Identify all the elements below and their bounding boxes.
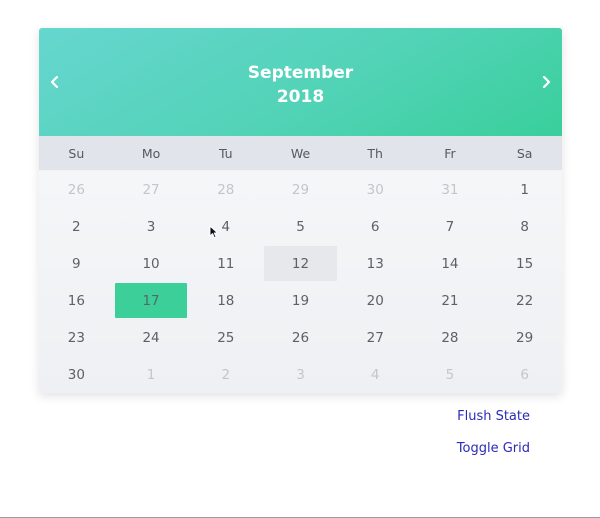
day-cell[interactable]: 30 [40,357,113,392]
day-cell[interactable]: 10 [115,246,188,281]
day-cell-outside-month[interactable]: 5 [414,357,487,392]
day-cell[interactable]: 15 [488,246,561,281]
day-cell[interactable]: 7 [414,209,487,244]
next-month-button[interactable] [536,72,556,92]
day-cell[interactable]: 27 [339,320,412,355]
chevron-right-icon [542,76,551,88]
toggle-grid-link[interactable]: Toggle Grid [457,441,530,457]
calendar-header: September 2018 [39,28,562,136]
day-cell-outside-month[interactable]: 4 [339,357,412,392]
day-cell[interactable]: 24 [115,320,188,355]
day-cell[interactable]: 14 [414,246,487,281]
day-cell[interactable]: 16 [40,283,113,318]
day-cell[interactable]: 21 [414,283,487,318]
day-cell[interactable]: 26 [264,320,337,355]
day-cell[interactable]: 4 [189,209,262,244]
day-cell-outside-month[interactable]: 31 [414,172,487,207]
day-cell-outside-month[interactable]: 28 [189,172,262,207]
day-cell[interactable]: 11 [189,246,262,281]
day-cell[interactable]: 8 [488,209,561,244]
calendar: September 2018 Su Mo Tu We Th Fr Sa 26 27 28 29 30… [39,28,562,393]
day-cell-outside-month[interactable]: 27 [115,172,188,207]
day-cell-today[interactable]: 12 [264,246,337,281]
weekday-label: Mo [141,145,161,161]
day-cell[interactable]: 23 [40,320,113,355]
month-title: September 2018 [39,61,562,109]
weekday-label: We [290,145,311,161]
day-cell-outside-month[interactable]: 2 [189,357,262,392]
day-cell[interactable]: 1 [488,172,561,207]
days-grid: 26 27 28 29 30 31 1 2 3 4 5 6 7 8 9 10 11 12 13 14 15 16 17 18 1… [39,171,562,393]
day-cell[interactable]: 22 [488,283,561,318]
weekday-label: Th [367,145,383,161]
action-links: Flush State Toggle Grid [457,409,530,457]
day-cell[interactable]: 9 [40,246,113,281]
day-cell[interactable]: 28 [414,320,487,355]
day-cell[interactable]: 25 [189,320,262,355]
day-cell[interactable]: 6 [339,209,412,244]
weekday-label: Sa [516,145,533,161]
weekday-label: Fr [444,145,456,161]
day-cell-outside-month[interactable]: 1 [115,357,188,392]
weekday-label: Tu [218,145,233,161]
day-cell[interactable]: 5 [264,209,337,244]
day-cell[interactable]: 29 [488,320,561,355]
weekday-row: Su Mo Tu We Th Fr Sa [39,136,562,170]
day-cell[interactable]: 20 [339,283,412,318]
flush-state-link[interactable]: Flush State [457,409,530,425]
mouse-pointer-icon [209,225,219,239]
day-cell-outside-month[interactable]: 30 [339,172,412,207]
month-year: 2018 [276,87,325,107]
day-cell[interactable]: 13 [339,246,412,281]
day-cell-outside-month[interactable]: 26 [40,172,113,207]
day-cell-outside-month[interactable]: 3 [264,357,337,392]
day-cell[interactable]: 18 [189,283,262,318]
day-cell-selected[interactable]: 17 [114,283,188,318]
weekday-label: Su [68,145,85,161]
day-cell-outside-month[interactable]: 6 [488,357,561,392]
month-name: September [247,63,354,83]
day-cell-outside-month[interactable]: 29 [264,172,337,207]
day-cell[interactable]: 2 [40,209,113,244]
page: September 2018 Su Mo Tu We Th Fr Sa 26 27 28 29 30… [0,0,600,518]
day-cell[interactable]: 19 [264,283,337,318]
day-cell[interactable]: 3 [115,209,188,244]
